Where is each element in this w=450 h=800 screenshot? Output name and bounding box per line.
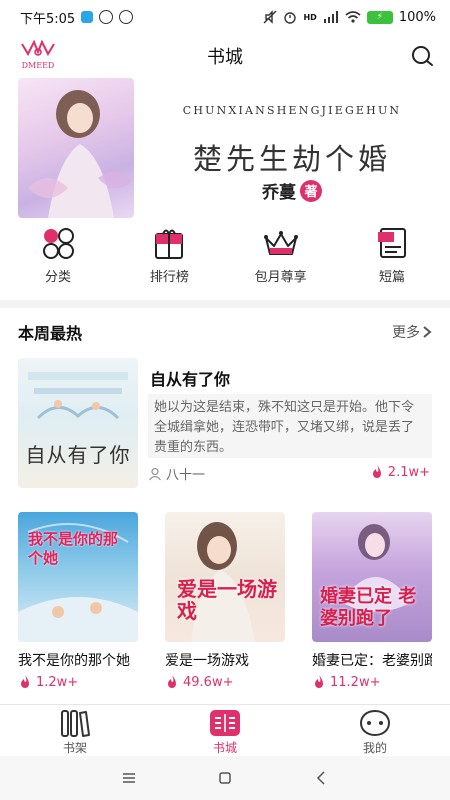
promo-banner[interactable]: CHUNXIANSHENGJIEGEHUN 楚先生劫个婚 乔蔓 著 (18, 78, 432, 218)
tab-label: 我的 (362, 741, 387, 755)
featured-book-heat: 2.1w+ (370, 464, 430, 480)
quick-nav-label: 分类 (44, 270, 71, 285)
battery-percent: 100% (398, 9, 436, 25)
bookstore-icon (210, 710, 240, 736)
tab-label: 书架 (62, 741, 87, 755)
book-card[interactable]: 爱是一场游戏 爱是一场游戏 49.6w+ (165, 512, 285, 692)
book-grid: 我不是你的那个她 我不是你的那个她 1.2w+ 爱是一场游戏 爱是一场游戏 49… (18, 512, 432, 692)
book-title: 爱是一场游戏 (165, 653, 249, 669)
bookshelf-icon (61, 710, 90, 737)
app-header: DMEED 书城 (0, 34, 450, 78)
book-cover: 婚妻已定 老婆别跑了 (312, 512, 432, 642)
quick-nav-label: 包月尊享 (254, 270, 307, 285)
home-icon[interactable] (217, 770, 233, 786)
menu-icon[interactable] (121, 770, 137, 786)
app-logo[interactable]: DMEED (16, 38, 60, 74)
book-cover-title: 我不是你的那个她 (28, 530, 119, 567)
featured-book-description: 她以为这是结束，殊不知这只是开始。他下令全城缉拿她，连恐带吓，又堵又绑，说是丢了… (148, 394, 432, 458)
tab-label: 书城 (212, 741, 237, 755)
banner-pinyin: CHUNXIANSHENGJIEGEHUN (182, 104, 402, 117)
section-divider (0, 300, 450, 308)
featured-book-title: 自从有了你 (150, 370, 231, 389)
short-story-icon (377, 228, 406, 258)
featured-book[interactable]: 自从有了你 自从有了你 她以为这是结束，殊不知这只是开始。他下令全城缉拿她，连恐… (18, 358, 432, 488)
section-title: 本周最热 (18, 324, 83, 343)
category-icon (43, 228, 74, 259)
system-nav-bar (0, 756, 450, 800)
status-bar-left: 下午5:05 (20, 8, 134, 27)
featured-book-cover: 自从有了你 (18, 358, 138, 488)
section-header: 本周最热 更多 (18, 320, 432, 344)
logo-text: DMEED (22, 61, 55, 70)
featured-book-author: 八十一 (148, 464, 205, 483)
tab-profile[interactable]: 我的 (325, 705, 425, 756)
wifi-icon (345, 11, 361, 23)
flame-icon (21, 675, 29, 688)
more-link[interactable]: 更多 (392, 322, 432, 342)
author-badge: 著 (300, 179, 322, 202)
sync-icon (99, 10, 114, 24)
status-bar-right: HD ⚡ 100% (263, 10, 436, 25)
back-icon[interactable] (313, 770, 329, 786)
book-heat: 49.6w+ (165, 674, 285, 690)
cover-illustration (28, 372, 128, 420)
book-cover-title: 爱是一场游戏 (177, 577, 277, 623)
tab-bookstore[interactable]: 书城 (175, 705, 275, 756)
ranking-icon (155, 229, 184, 259)
banner-author: 乔蔓 著 (152, 178, 432, 203)
search-icon[interactable] (410, 44, 434, 68)
mute-icon (263, 10, 277, 24)
flame-icon (315, 675, 323, 688)
quick-nav-vip[interactable]: 包月尊享 (231, 226, 331, 290)
banner-author-name: 乔蔓 (262, 183, 296, 203)
crown-icon (263, 231, 298, 255)
book-cover: 爱是一场游戏 (165, 512, 285, 642)
network-type: HD (303, 12, 317, 22)
bottom-tab-bar: 书架 书城 我的 (0, 704, 450, 756)
quick-nav-label: 排行榜 (149, 270, 189, 285)
book-title: 我不是你的那个她 (18, 653, 130, 669)
banner-cover-image (18, 78, 134, 218)
book-heat-count: 1.2w+ (36, 674, 79, 690)
sync-icon (119, 10, 134, 24)
status-time: 下午5:05 (20, 11, 76, 27)
book-heat: 11.2w+ (312, 674, 432, 690)
cover-illustration (28, 90, 132, 218)
book-card[interactable]: 婚妻已定 老婆别跑了 婚妻已定：老婆别跑了 11.2w+ (312, 512, 432, 692)
status-bar: 下午5:05 HD ⚡ 100% (0, 0, 450, 34)
banner-title: 楚先生劫个婚 (192, 142, 391, 176)
quick-nav-category[interactable]: 分类 (8, 226, 108, 290)
user-icon (148, 467, 162, 480)
tab-bookshelf[interactable]: 书架 (25, 705, 125, 756)
chevron-right-icon (423, 326, 432, 338)
quick-nav: 分类 排行榜 包月尊享 短篇 (0, 226, 450, 290)
battery-icon: ⚡ (366, 10, 393, 24)
featured-cover-title: 自从有了你 (25, 443, 131, 467)
app-notification-icon (81, 11, 94, 23)
flame-icon (168, 675, 176, 688)
book-cover: 我不是你的那个她 (18, 512, 138, 642)
quick-nav-label: 短篇 (378, 270, 405, 285)
featured-author-name: 八十一 (166, 468, 206, 483)
signal-icon (323, 11, 338, 23)
book-heat-count: 11.2w+ (330, 674, 381, 690)
featured-heat-count: 2.1w+ (387, 464, 430, 480)
book-heat-count: 49.6w+ (183, 674, 234, 690)
book-heat: 1.2w+ (18, 674, 138, 690)
quick-nav-short[interactable]: 短篇 (342, 226, 442, 290)
book-title: 婚妻已定：老婆别跑了 (312, 653, 432, 669)
book-card[interactable]: 我不是你的那个她 我不是你的那个她 1.2w+ (18, 512, 138, 692)
profile-icon (359, 709, 391, 737)
quick-nav-ranking[interactable]: 排行榜 (119, 226, 219, 290)
flame-icon (372, 465, 381, 478)
book-cover-title: 婚妻已定 老婆别跑了 (320, 586, 417, 629)
page-title: 书城 (207, 47, 243, 68)
alarm-icon (284, 12, 297, 24)
more-link-label: 更多 (392, 325, 420, 341)
